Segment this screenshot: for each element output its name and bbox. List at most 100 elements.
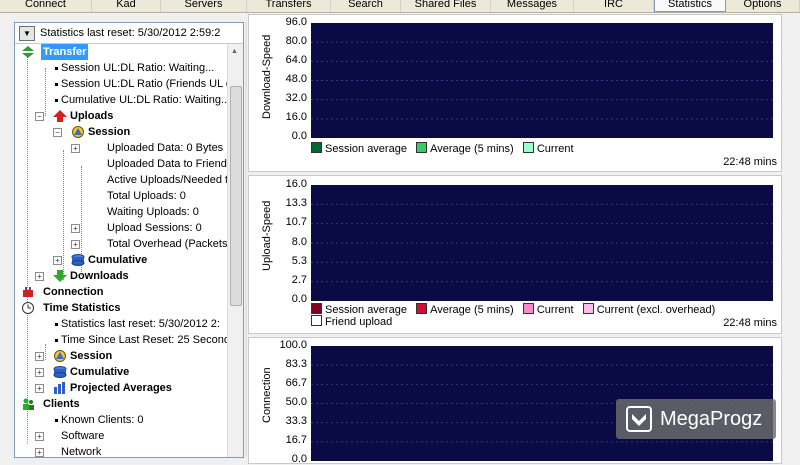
y-tick-label: 5.3 (291, 254, 307, 267)
bullet-icon (55, 67, 58, 70)
tree-node-transfer[interactable]: Transfer (15, 44, 227, 60)
scrollbar-thumb[interactable] (230, 86, 242, 306)
download-speed-plot (311, 23, 773, 138)
tree-node-time-statistics[interactable]: Time Statistics (15, 300, 227, 316)
tree-item-cumulative-ratio[interactable]: Cumulative UL:DL Ratio: Waiting... (15, 92, 227, 108)
tree-item-upload-sessions[interactable]: + Upload Sessions: 0 (15, 220, 227, 236)
tree-node-uploads[interactable]: − Uploads (15, 108, 227, 124)
tree-item-uploaded-data[interactable]: + Uploaded Data: 0 Bytes (15, 140, 227, 156)
y-tick-label: 48.0 (285, 73, 307, 85)
tree-node-upload-session[interactable]: − Session (15, 124, 227, 140)
tree-item-stats-last-reset[interactable]: Statistics last reset: 5/30/2012 2: (15, 316, 227, 332)
toolbar-button-messages[interactable]: Messages (491, 0, 574, 12)
bullet-icon (55, 419, 58, 422)
download-speed-gridlines (311, 41, 773, 120)
download-legend: Session average Average (5 mins) Current (311, 142, 574, 155)
toolbar-button-shared-files[interactable]: Shared Files (401, 0, 491, 12)
statistics-tree-panel: ▼ Statistics last reset: 5/30/2012 2:59:… (14, 22, 244, 458)
bullet-icon (55, 99, 58, 102)
y-tick-label: 66.7 (285, 377, 307, 389)
legend-swatch (416, 303, 428, 314)
upload-arrow-icon (53, 110, 67, 122)
collapse-toggle-icon[interactable]: − (53, 128, 62, 137)
watermark-badge: MegaProgz (616, 399, 776, 439)
expand-toggle-icon[interactable]: + (71, 240, 80, 249)
tree-item-known-clients[interactable]: Known Clients: 0 (15, 412, 227, 428)
legend-swatch (311, 303, 322, 314)
toolbar-button-transfers[interactable]: Transfers (247, 0, 331, 12)
tree-node-connection[interactable]: Connection (15, 284, 227, 300)
legend-item: Current (excl. overhead) (582, 303, 715, 316)
transfer-arrows-icon (22, 46, 34, 58)
tree-header: ▼ Statistics last reset: 5/30/2012 2:59:… (15, 23, 243, 44)
tree-item-session-ratio-friends[interactable]: Session UL:DL Ratio (Friends UL e (15, 76, 227, 92)
y-tick-label: 64.0 (285, 54, 307, 66)
tree-node-network[interactable]: + Network (15, 444, 227, 457)
toolbar-button-kad[interactable]: Kad (92, 0, 161, 12)
expand-toggle-icon[interactable]: + (71, 144, 80, 153)
download-time-label: 22:48 mins (723, 156, 777, 168)
tree-item-active-uploads[interactable]: Active Uploads/Needed to (15, 172, 227, 188)
y-tick-label: 0.0 (291, 130, 307, 142)
bar-graph-icon (54, 382, 65, 394)
y-tick-label: 32.0 (285, 92, 307, 104)
y-tick-label: 0.0 (291, 293, 307, 305)
expand-toggle-icon[interactable]: + (35, 432, 44, 441)
tree-node-software[interactable]: + Software (15, 428, 227, 444)
toolbar-button-statistics[interactable]: Statistics (654, 0, 726, 12)
tree-node-projected-averages[interactable]: + Projected Averages (15, 380, 227, 396)
tree-node-time-session[interactable]: + Session (15, 348, 227, 364)
tree-node-upload-cumulative[interactable]: + Cumulative (15, 252, 227, 268)
expand-toggle-icon[interactable]: + (35, 384, 44, 393)
legend-swatch (416, 142, 428, 153)
expand-toggle-icon[interactable]: + (71, 224, 80, 233)
tree-item-uploaded-friend[interactable]: Uploaded Data to Friend S (15, 156, 227, 172)
upload-legend-row-2: Friend upload (311, 315, 392, 328)
scroll-up-arrow-icon[interactable]: ▲ (231, 48, 238, 55)
toolbar-button-connect[interactable]: Connect (0, 0, 92, 12)
tree-node-time-cumulative[interactable]: + Cumulative (15, 364, 227, 380)
tree-item-time-since-reset[interactable]: Time Since Last Reset: 25 Second (15, 332, 227, 348)
connection-plug-icon (23, 287, 33, 297)
tree-node-downloads[interactable]: + Downloads (15, 268, 227, 284)
expand-toggle-icon[interactable]: + (35, 272, 44, 281)
bullet-icon (55, 83, 58, 86)
y-tick-label: 16.0 (285, 178, 307, 190)
megaprogz-logo-icon (626, 406, 652, 432)
toolbar-button-servers[interactable]: Servers (161, 0, 247, 12)
collapse-toggle-icon[interactable]: − (35, 112, 44, 121)
statistics-tree[interactable]: Transfer Session UL:DL Ratio: Waiting...… (15, 44, 227, 457)
toolbar-button-options[interactable]: Options (726, 0, 800, 12)
download-speed-graph-panel: Download-Speed Session average Average (… (248, 14, 782, 172)
y-tick-label: 80.0 (285, 35, 307, 47)
y-tick-label: 13.3 (285, 197, 307, 210)
download-arrow-icon (53, 270, 67, 282)
tree-item-total-overhead[interactable]: + Total Overhead (Packets) (15, 236, 227, 252)
y-tick-label: 16.0 (285, 111, 307, 123)
tree-scrollbar[interactable]: ▲ (227, 44, 243, 457)
toolbar-button-search[interactable]: Search (331, 0, 401, 12)
y-tick-label: 100.0 (279, 339, 307, 351)
upload-speed-plot (311, 185, 773, 301)
legend-swatch (522, 303, 534, 314)
tree-node-clients[interactable]: Clients (15, 396, 227, 412)
toolbar-button-irc[interactable]: IRC (574, 0, 654, 12)
session-clock-icon (72, 126, 84, 138)
expand-toggle-icon[interactable]: + (53, 256, 62, 265)
database-icon (53, 366, 67, 378)
y-tick-label: 8.0 (291, 235, 307, 248)
legend-item: Average (5 mins) (416, 303, 514, 316)
database-icon (71, 254, 85, 266)
y-tick-label: 50.0 (285, 396, 307, 408)
tree-options-dropdown-button[interactable]: ▼ (19, 25, 35, 41)
tree-item-waiting-uploads[interactable]: Waiting Uploads: 0 (15, 204, 227, 220)
legend-swatch (522, 142, 534, 153)
users-icon (23, 398, 34, 410)
splitter[interactable] (245, 22, 247, 456)
expand-toggle-icon[interactable]: + (35, 352, 44, 361)
tree-item-session-ratio[interactable]: Session UL:DL Ratio: Waiting... (15, 60, 227, 76)
expand-toggle-icon[interactable]: + (35, 368, 44, 377)
upload-speed-graph-panel: Upload-Speed Session average Average (5 … (248, 175, 782, 334)
tree-item-total-uploads[interactable]: Total Uploads: 0 (15, 188, 227, 204)
watermark-text: MegaProgz (660, 407, 763, 430)
